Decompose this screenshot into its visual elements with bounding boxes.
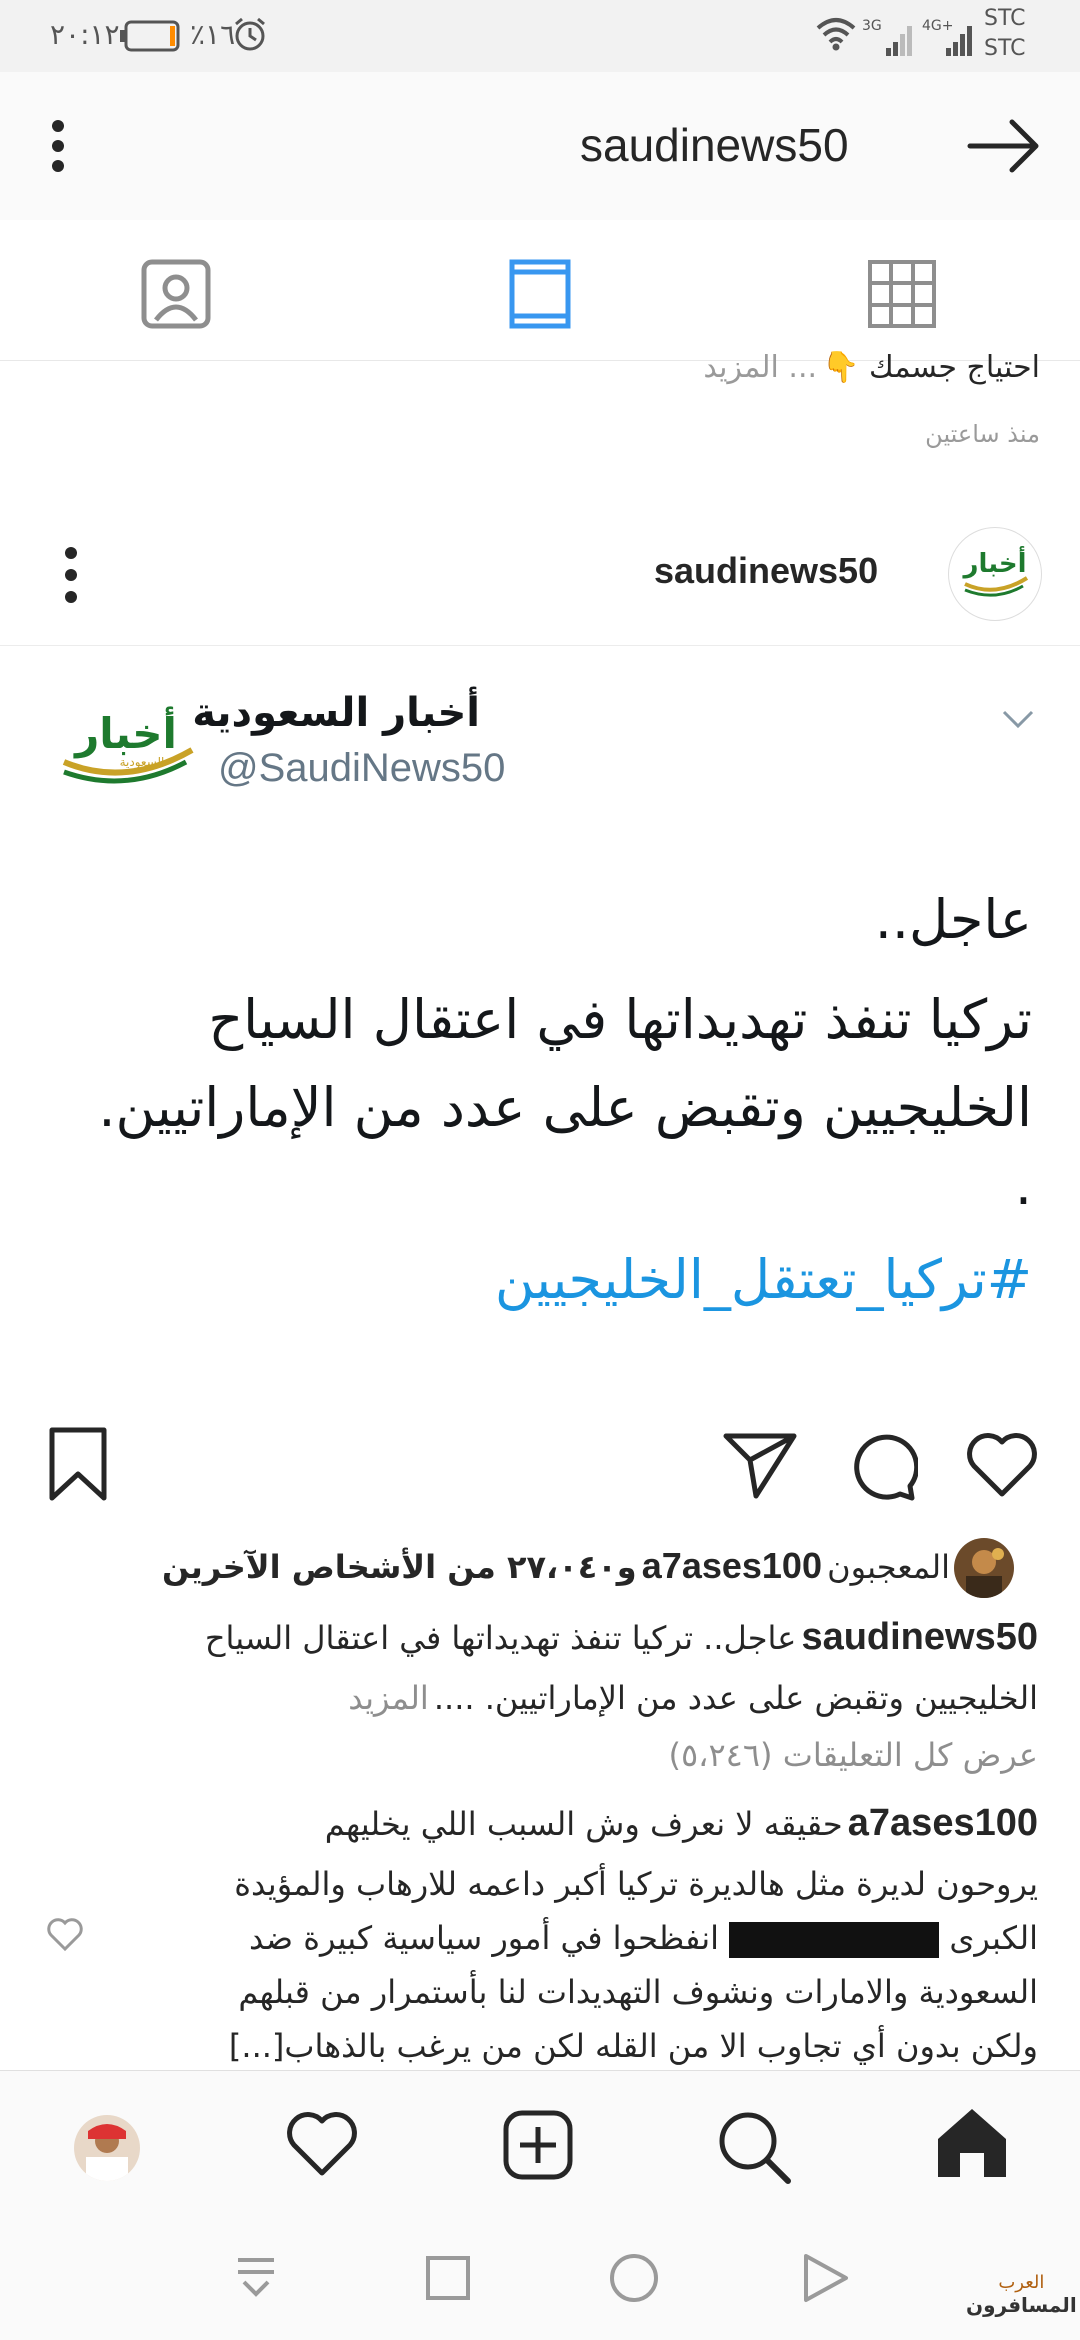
svg-text:أخبار: أخبار [962, 546, 1027, 579]
tweet-account-name: أخبار السعودية [192, 690, 480, 736]
heart-icon[interactable] [284, 2109, 360, 2183]
previous-caption-text: احتياج جسمك 👇 [822, 350, 1040, 385]
comment: a7ases100 حقيقه لا نعرف وش السبب اللي يخ… [78, 1796, 1038, 2073]
system-navigation: العرب المسافرون [0, 2220, 1080, 2340]
likes-prefix: المعجبون [827, 1548, 950, 1586]
tweet-line-3: الخليجيين وتقبض على عدد من الإماراتيين. [98, 1076, 1032, 1139]
akhbar-logo-icon[interactable]: أخبار [948, 527, 1042, 621]
profile-avatar-icon[interactable] [74, 2115, 140, 2181]
comment-username[interactable]: a7ases100 [848, 1802, 1038, 1844]
comment-icon[interactable] [846, 1430, 920, 1506]
comment-line-3: الكبرى انفظحوا في أمور سياسية كبيرة ضد [78, 1911, 1038, 1965]
app-bar: saudinews50 [0, 72, 1080, 221]
post-header: saudinews50 أخبار [0, 505, 1080, 646]
share-icon[interactable] [722, 1430, 798, 1504]
comment-like-heart-icon[interactable] [46, 1918, 84, 1956]
tweet-logo-icon: أخبار السعودية [56, 688, 196, 798]
alarm-icon [232, 16, 268, 56]
svg-text:4G+: 4G+ [922, 18, 954, 34]
likes-count[interactable]: و٢٧،٠٤٠ من الأشخاص الآخرين [162, 1548, 637, 1586]
likes-summary: المعجبون a7ases100 و٢٧،٠٤٠ من الأشخاص ال… [50, 1545, 950, 1587]
more-vertical-icon[interactable] [40, 116, 80, 176]
tweet-line-1: عاجل.. [874, 888, 1032, 951]
signal-3g-icon: 3G [860, 14, 914, 62]
like-heart-icon[interactable] [964, 1430, 1040, 1504]
carrier-1: STC [984, 6, 1026, 31]
post-image-tweet[interactable]: أخبار السعودية أخبار السعودية @SaudiNews… [0, 648, 1080, 1388]
svg-text:السعودية: السعودية [120, 755, 165, 770]
recents-square-icon[interactable] [424, 2254, 472, 2306]
liker-avatar[interactable] [954, 1538, 1014, 1598]
comment-line-1: حقيقه لا نعرف وش السبب اللي يخليهم [324, 1805, 843, 1843]
redacted-block [729, 1922, 940, 1958]
wifi-icon [816, 16, 856, 56]
post-caption: saudinews50 عاجل.. تركيا تنفذ تهديداتها … [38, 1610, 1038, 1731]
carrier-2: STC [984, 36, 1026, 61]
post-more-icon[interactable] [56, 545, 86, 609]
likes-user[interactable]: a7ases100 [642, 1545, 822, 1586]
battery-icon [120, 20, 182, 56]
caption-line-1: عاجل.. تركيا تنفذ تهديداتها في اعتقال ال… [204, 1619, 797, 1657]
svg-text:3G: 3G [862, 18, 882, 34]
home-icon[interactable] [934, 2105, 1010, 2185]
feed-icon[interactable] [504, 258, 576, 330]
previous-caption: احتياج جسمك 👇 ... المزيد [340, 350, 1040, 385]
bottom-navigation [0, 2070, 1080, 2221]
add-post-icon[interactable] [502, 2109, 574, 2185]
caption-line-2: الخليجيين وتقبض على عدد من الإماراتيين. … [433, 1679, 1038, 1717]
status-bar: STC STC 4G+ 3G ٢٠:١٢ ٪١٦ [0, 0, 1080, 72]
comment-line-3-start: الكبرى [949, 1919, 1038, 1957]
comment-line-5: ولكن بدون أي تجاوب الا من القله لكن من ي… [228, 2027, 1038, 2065]
watermark-logo: العرب المسافرون [966, 2272, 1077, 2317]
caption-more-link[interactable]: المزيد [348, 1679, 429, 1717]
post-actions [0, 1400, 1080, 1520]
caption-username[interactable]: saudinews50 [801, 1616, 1038, 1658]
grid-icon[interactable] [866, 258, 938, 330]
tweet-hashtag: #تركيا_تعتقل_الخليجيين [494, 1248, 1032, 1311]
home-circle-icon[interactable] [608, 2252, 660, 2308]
signal-4g-icon: 4G+ [920, 14, 974, 62]
post-username[interactable]: saudinews50 [654, 550, 878, 592]
comment-line-4: السعودية والامارات ونشوف التهديدات لنا ب… [238, 1973, 1038, 2011]
view-all-comments[interactable]: عرض كل التعليقات (٥،٢٤٦) [668, 1736, 1038, 1774]
previous-more-link[interactable]: ... المزيد [703, 350, 817, 385]
profile-tabs [0, 220, 1080, 361]
tweet-handle: @SaudiNews50 [218, 746, 506, 790]
previous-post-time: منذ ساعتين [925, 420, 1040, 448]
svg-text:أخبار: أخبار [73, 706, 177, 758]
page-title: saudinews50 [580, 119, 849, 171]
comment-line-2: يروحون لديرة مثل هالديرة تركيا أكبر داعم… [234, 1865, 1038, 1903]
back-triangle-icon[interactable] [800, 2252, 852, 2308]
bookmark-icon[interactable] [46, 1426, 110, 1506]
tweet-line-2: تركيا تنفذ تهديداتها في اعتقال السياح [208, 988, 1032, 1051]
person-tag-icon[interactable] [140, 258, 212, 330]
clock-time: ٢٠:١٢ [50, 18, 120, 51]
chevron-down-icon [1000, 708, 1036, 736]
battery-percent: ٪١٦ [190, 18, 236, 51]
comment-line-3-end: انفظحوا في أمور سياسية كبيرة ضد [249, 1919, 719, 1957]
search-icon[interactable] [716, 2109, 792, 2189]
notification-pull-icon[interactable] [232, 2254, 280, 2306]
tweet-line-4: . [1014, 1154, 1032, 1217]
arrow-right-icon[interactable] [966, 116, 1042, 180]
